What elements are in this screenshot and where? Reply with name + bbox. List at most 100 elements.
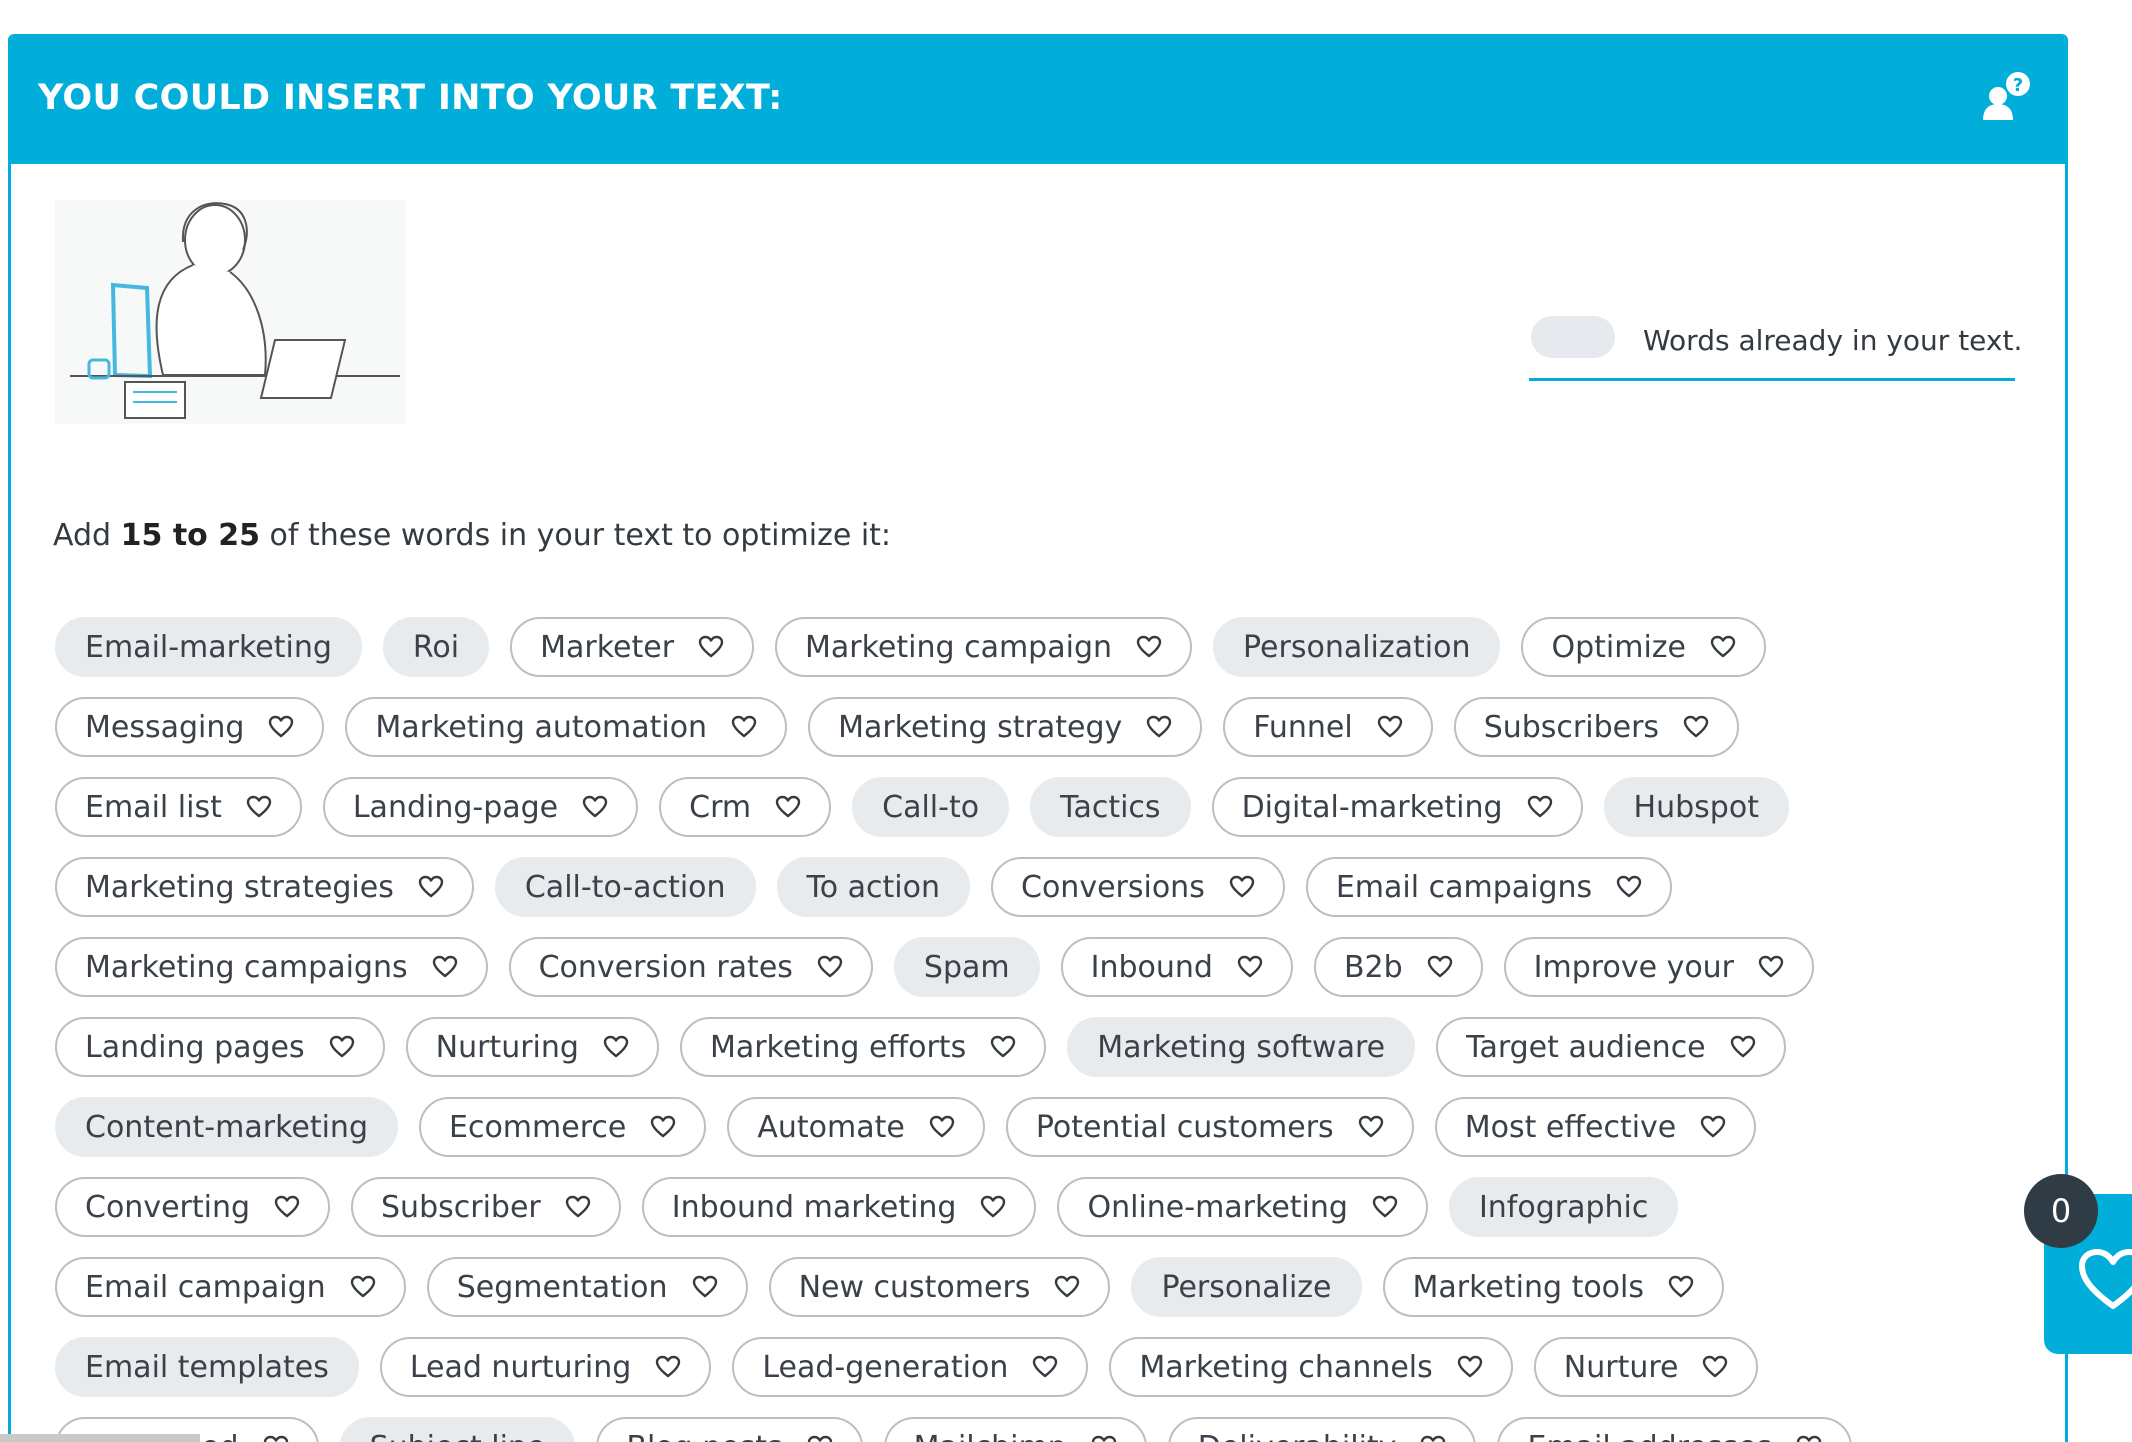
heart-icon[interactable] <box>929 1115 955 1139</box>
heart-icon[interactable] <box>418 875 444 899</box>
keyword-chip-in-text[interactable]: Personalize <box>1131 1257 1362 1317</box>
heart-icon[interactable] <box>1032 1355 1058 1379</box>
keyword-chip[interactable]: Marketing strategies <box>55 857 474 917</box>
heart-icon[interactable] <box>980 1195 1006 1219</box>
keyword-chip[interactable]: Optimize <box>1521 617 1767 677</box>
heart-icon[interactable] <box>432 955 458 979</box>
heart-icon[interactable] <box>698 635 724 659</box>
keyword-chip-in-text[interactable]: Infographic <box>1448 1177 1679 1237</box>
heart-icon[interactable] <box>1377 715 1403 739</box>
keyword-chip[interactable]: Inbound <box>1060 937 1293 997</box>
user-question-icon[interactable]: ? <box>1980 70 2036 126</box>
keyword-chip[interactable]: Marketing tools <box>1382 1257 1725 1317</box>
heart-icon[interactable] <box>263 1435 289 1442</box>
heart-icon[interactable] <box>1420 1435 1446 1442</box>
keyword-chip[interactable]: Crm <box>659 777 832 837</box>
heart-icon[interactable] <box>775 795 801 819</box>
keyword-chip[interactable]: Improve your <box>1503 937 1815 997</box>
keyword-chip-in-text[interactable]: Tactics <box>1030 777 1191 837</box>
keyword-chip[interactable]: Funnel <box>1223 697 1433 757</box>
heart-icon[interactable] <box>1457 1355 1483 1379</box>
keyword-chip[interactable]: Messaging <box>55 697 325 757</box>
heart-icon[interactable] <box>603 1035 629 1059</box>
keyword-chip-in-text[interactable]: Call-to <box>852 777 1010 837</box>
heart-icon[interactable] <box>246 795 272 819</box>
keyword-chip[interactable]: Lead-generation <box>732 1337 1089 1397</box>
keyword-chip[interactable]: Automate <box>727 1097 985 1157</box>
keyword-chip-in-text[interactable]: Subject line <box>339 1417 576 1442</box>
keyword-chip-in-text[interactable]: Spam <box>893 937 1040 997</box>
heart-icon[interactable] <box>692 1275 718 1299</box>
keyword-chip[interactable]: Segmentation <box>426 1257 748 1317</box>
keyword-chip[interactable]: Digital-marketing <box>1211 777 1583 837</box>
heart-icon[interactable] <box>731 715 757 739</box>
keyword-chip[interactable]: Email list <box>55 777 302 837</box>
keyword-chip[interactable]: Marketing campaigns <box>55 937 488 997</box>
heart-icon[interactable] <box>1796 1435 1822 1442</box>
heart-icon[interactable] <box>350 1275 376 1299</box>
heart-icon[interactable] <box>1237 955 1263 979</box>
keyword-chip[interactable]: Nurture <box>1533 1337 1759 1397</box>
heart-icon[interactable] <box>582 795 608 819</box>
keyword-chip[interactable]: Landing pages <box>55 1017 385 1077</box>
keyword-chip[interactable]: New customers <box>768 1257 1111 1317</box>
horizontal-scrollbar[interactable] <box>0 1434 200 1442</box>
keyword-chip[interactable]: Online-marketing <box>1057 1177 1428 1237</box>
keyword-chip[interactable]: Email campaigns <box>1305 857 1673 917</box>
keyword-chip[interactable]: Inbound marketing <box>641 1177 1037 1237</box>
keyword-chip-in-text[interactable]: To action <box>776 857 970 917</box>
heart-icon[interactable] <box>1758 955 1784 979</box>
heart-icon[interactable] <box>1710 635 1736 659</box>
keyword-chip[interactable]: B2b <box>1313 937 1483 997</box>
keyword-chip[interactable]: Deliverability <box>1167 1417 1477 1442</box>
keyword-chip[interactable]: Marketing campaign <box>775 617 1193 677</box>
heart-icon[interactable] <box>1527 795 1553 819</box>
keyword-chip[interactable]: Conversions <box>991 857 1285 917</box>
keyword-chip[interactable]: Ecommerce <box>419 1097 707 1157</box>
heart-icon[interactable] <box>655 1355 681 1379</box>
keyword-chip[interactable]: Blog posts <box>596 1417 863 1442</box>
keyword-chip[interactable]: Marketing automation <box>345 697 788 757</box>
keyword-chip[interactable]: Marketer <box>510 617 755 677</box>
heart-icon[interactable] <box>1700 1115 1726 1139</box>
keyword-chip[interactable]: Marketing efforts <box>679 1017 1047 1077</box>
keyword-chip[interactable]: Subscriber <box>351 1177 621 1237</box>
heart-icon[interactable] <box>817 955 843 979</box>
keyword-chip[interactable]: Most effective <box>1434 1097 1757 1157</box>
heart-icon[interactable] <box>1358 1115 1384 1139</box>
keyword-chip[interactable]: Email campaign <box>55 1257 406 1317</box>
keyword-chip[interactable]: Subscribers <box>1453 697 1740 757</box>
heart-icon[interactable] <box>650 1115 676 1139</box>
heart-icon[interactable] <box>1146 715 1172 739</box>
heart-icon[interactable] <box>329 1035 355 1059</box>
keyword-chip[interactable]: Marketing channels <box>1109 1337 1513 1397</box>
keyword-chip-in-text[interactable]: Roi <box>382 617 490 677</box>
keyword-chip[interactable]: Conversion rates <box>508 937 873 997</box>
keyword-chip[interactable]: Mailchimp <box>883 1417 1147 1442</box>
heart-icon[interactable] <box>1427 955 1453 979</box>
keyword-chip-in-text[interactable]: Content-marketing <box>55 1097 398 1157</box>
heart-icon[interactable] <box>1054 1275 1080 1299</box>
heart-icon[interactable] <box>1091 1435 1117 1442</box>
heart-icon[interactable] <box>274 1195 300 1219</box>
keyword-chip[interactable]: Landing-page <box>322 777 639 837</box>
heart-icon[interactable] <box>1730 1035 1756 1059</box>
heart-icon[interactable] <box>1372 1195 1398 1219</box>
heart-icon[interactable] <box>990 1035 1016 1059</box>
keyword-chip[interactable]: Potential customers <box>1005 1097 1414 1157</box>
keyword-chip[interactable]: Nurturing <box>405 1017 659 1077</box>
heart-icon[interactable] <box>1229 875 1255 899</box>
heart-icon[interactable] <box>1683 715 1709 739</box>
heart-icon[interactable] <box>1668 1275 1694 1299</box>
heart-icon[interactable] <box>807 1435 833 1442</box>
keyword-chip-in-text[interactable]: Marketing software <box>1067 1017 1416 1077</box>
heart-icon[interactable] <box>565 1195 591 1219</box>
keyword-chip-in-text[interactable]: Personalization <box>1213 617 1501 677</box>
keyword-chip[interactable]: Target audience <box>1436 1017 1786 1077</box>
keyword-chip[interactable]: Marketing strategy <box>808 697 1203 757</box>
keyword-chip-in-text[interactable]: Email templates <box>55 1337 359 1397</box>
heart-icon[interactable] <box>1702 1355 1728 1379</box>
heart-icon[interactable] <box>268 715 294 739</box>
keyword-chip[interactable]: Email addresses <box>1497 1417 1853 1442</box>
heart-icon[interactable] <box>1136 635 1162 659</box>
